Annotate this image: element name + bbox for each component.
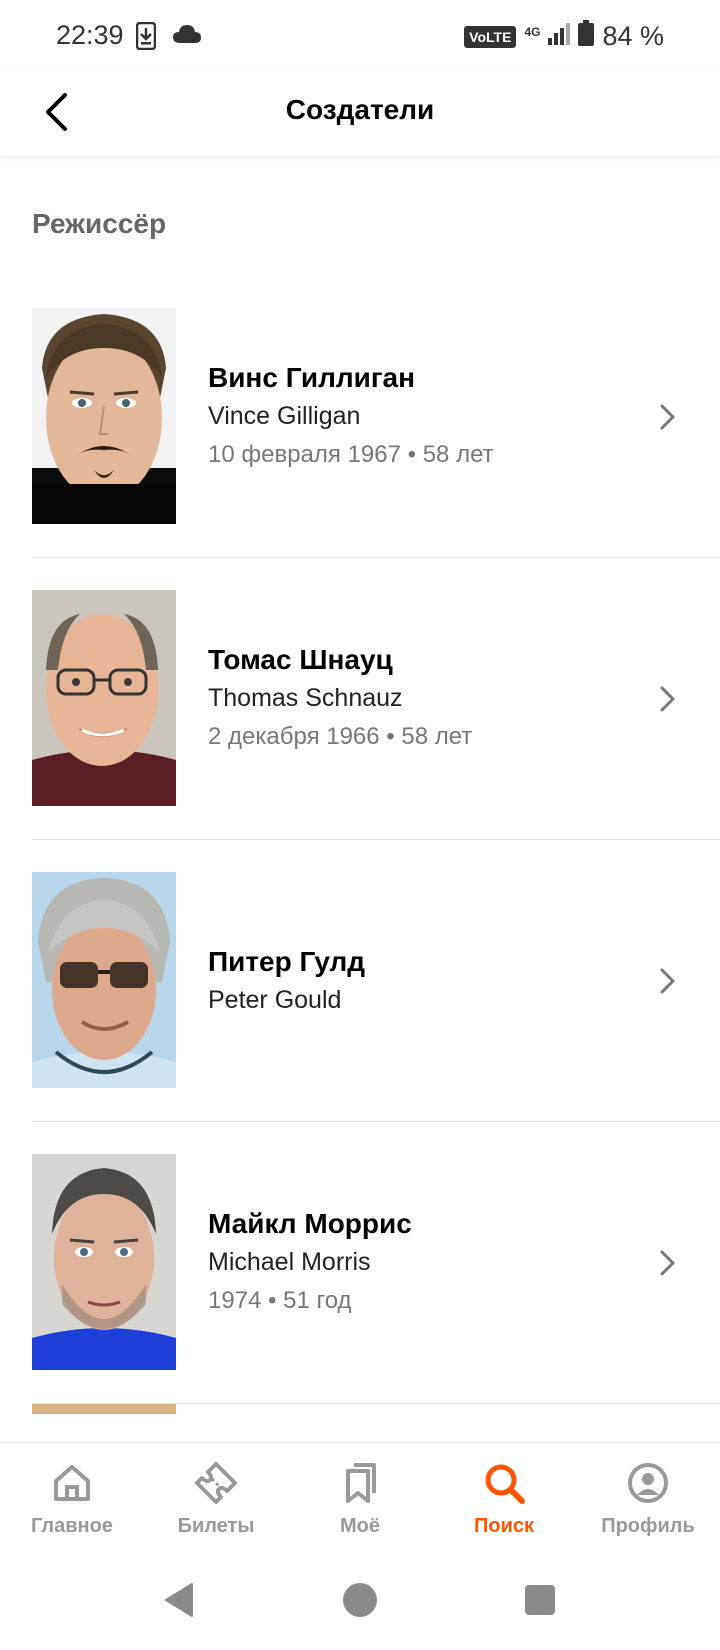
bookmark-icon: [338, 1461, 382, 1505]
signal-icon: [548, 21, 571, 52]
system-home-button[interactable]: [340, 1580, 380, 1620]
chevron-right-icon: [650, 964, 684, 998]
person-list: Винс Гиллиган Vince Gilligan 10 февраля …: [0, 276, 720, 1404]
nav-label: Билеты: [177, 1515, 255, 1537]
person-row[interactable]: Питер Гулд Peter Gould: [0, 840, 720, 1122]
person-info: Майкл Моррис Michael Morris 1974 • 51 го…: [208, 1122, 412, 1404]
status-time: 22:39: [56, 20, 124, 50]
app-header: Создатели: [0, 72, 720, 156]
nav-item-my[interactable]: Моё: [288, 1443, 432, 1552]
chevron-right-icon: [650, 1246, 684, 1280]
ticket-icon: [194, 1461, 238, 1505]
battery-percent: 84 %: [602, 21, 664, 51]
system-back-button[interactable]: [160, 1580, 200, 1620]
search-icon: [482, 1461, 526, 1505]
person-photo-partial: [32, 1404, 176, 1414]
volte-badge: VoLTE: [464, 25, 517, 48]
person-birth: 2 декабря 1966 • 58 лет: [208, 723, 473, 750]
person-info: Томас Шнауц Thomas Schnauz 2 декабря 196…: [208, 558, 472, 840]
status-bar: 22:39 VoLTE 4G 84 %: [0, 0, 720, 72]
download-icon: [135, 21, 157, 55]
battery-icon: [578, 20, 595, 53]
person-name-ru: Майкл Моррис: [208, 1208, 412, 1239]
system-recents-button[interactable]: [520, 1580, 560, 1620]
page-title: Создатели: [285, 94, 435, 125]
person-name-en: Vince Gilligan: [208, 402, 361, 430]
person-name-en: Peter Gould: [208, 986, 342, 1014]
chevron-right-icon: [650, 400, 684, 434]
person-birth: 10 февраля 1967 • 58 лет: [208, 441, 494, 468]
person-name-ru: Винс Гиллиган: [208, 362, 416, 393]
nav-item-home[interactable]: Главное: [0, 1443, 144, 1552]
status-right: VoLTE 4G 84 %: [464, 20, 664, 53]
person-photo: [32, 872, 176, 1088]
person-name-en: Thomas Schnauz: [208, 684, 403, 712]
nav-item-profile[interactable]: Профиль: [576, 1443, 720, 1552]
person-photo: [32, 308, 176, 524]
creators-content[interactable]: Режиссёр Винс Гиллиган Vince Gilligan 10…: [0, 156, 720, 1442]
chevron-right-icon: [650, 682, 684, 716]
nav-label: Поиск: [473, 1515, 535, 1537]
nav-label: Профиль: [601, 1515, 695, 1537]
person-photo: [32, 1154, 176, 1370]
person-row[interactable]: Томас Шнауц Thomas Schnauz 2 декабря 196…: [0, 558, 720, 840]
person-photo: [32, 590, 176, 806]
person-row[interactable]: Майкл Моррис Michael Morris 1974 • 51 го…: [0, 1122, 720, 1404]
nav-item-tickets[interactable]: Билеты: [144, 1443, 288, 1552]
cloud-icon: [172, 24, 202, 49]
person-row[interactable]: Винс Гиллиган Vince Gilligan 10 февраля …: [0, 276, 720, 558]
person-birth: 1974 • 51 год: [208, 1287, 352, 1314]
nav-item-search[interactable]: Поиск: [432, 1443, 576, 1552]
person-name-ru: Питер Гулд: [208, 946, 366, 977]
nav-label: Моё: [340, 1515, 380, 1537]
profile-icon: [626, 1461, 670, 1505]
nav-label: Главное: [31, 1515, 113, 1537]
bottom-nav: Главное Билеты Моё Поиск Профиль: [0, 1442, 720, 1552]
person-name-en: Michael Morris: [208, 1248, 371, 1276]
section-title-director: Режиссёр: [32, 208, 167, 239]
system-nav-bar: [0, 1552, 720, 1650]
person-info: Винс Гиллиган Vince Gilligan 10 февраля …: [208, 276, 494, 558]
home-icon: [50, 1461, 94, 1505]
network-type: 4G: [524, 24, 541, 39]
person-name-ru: Томас Шнауц: [208, 644, 393, 675]
person-info: Питер Гулд Peter Gould: [208, 840, 365, 1122]
